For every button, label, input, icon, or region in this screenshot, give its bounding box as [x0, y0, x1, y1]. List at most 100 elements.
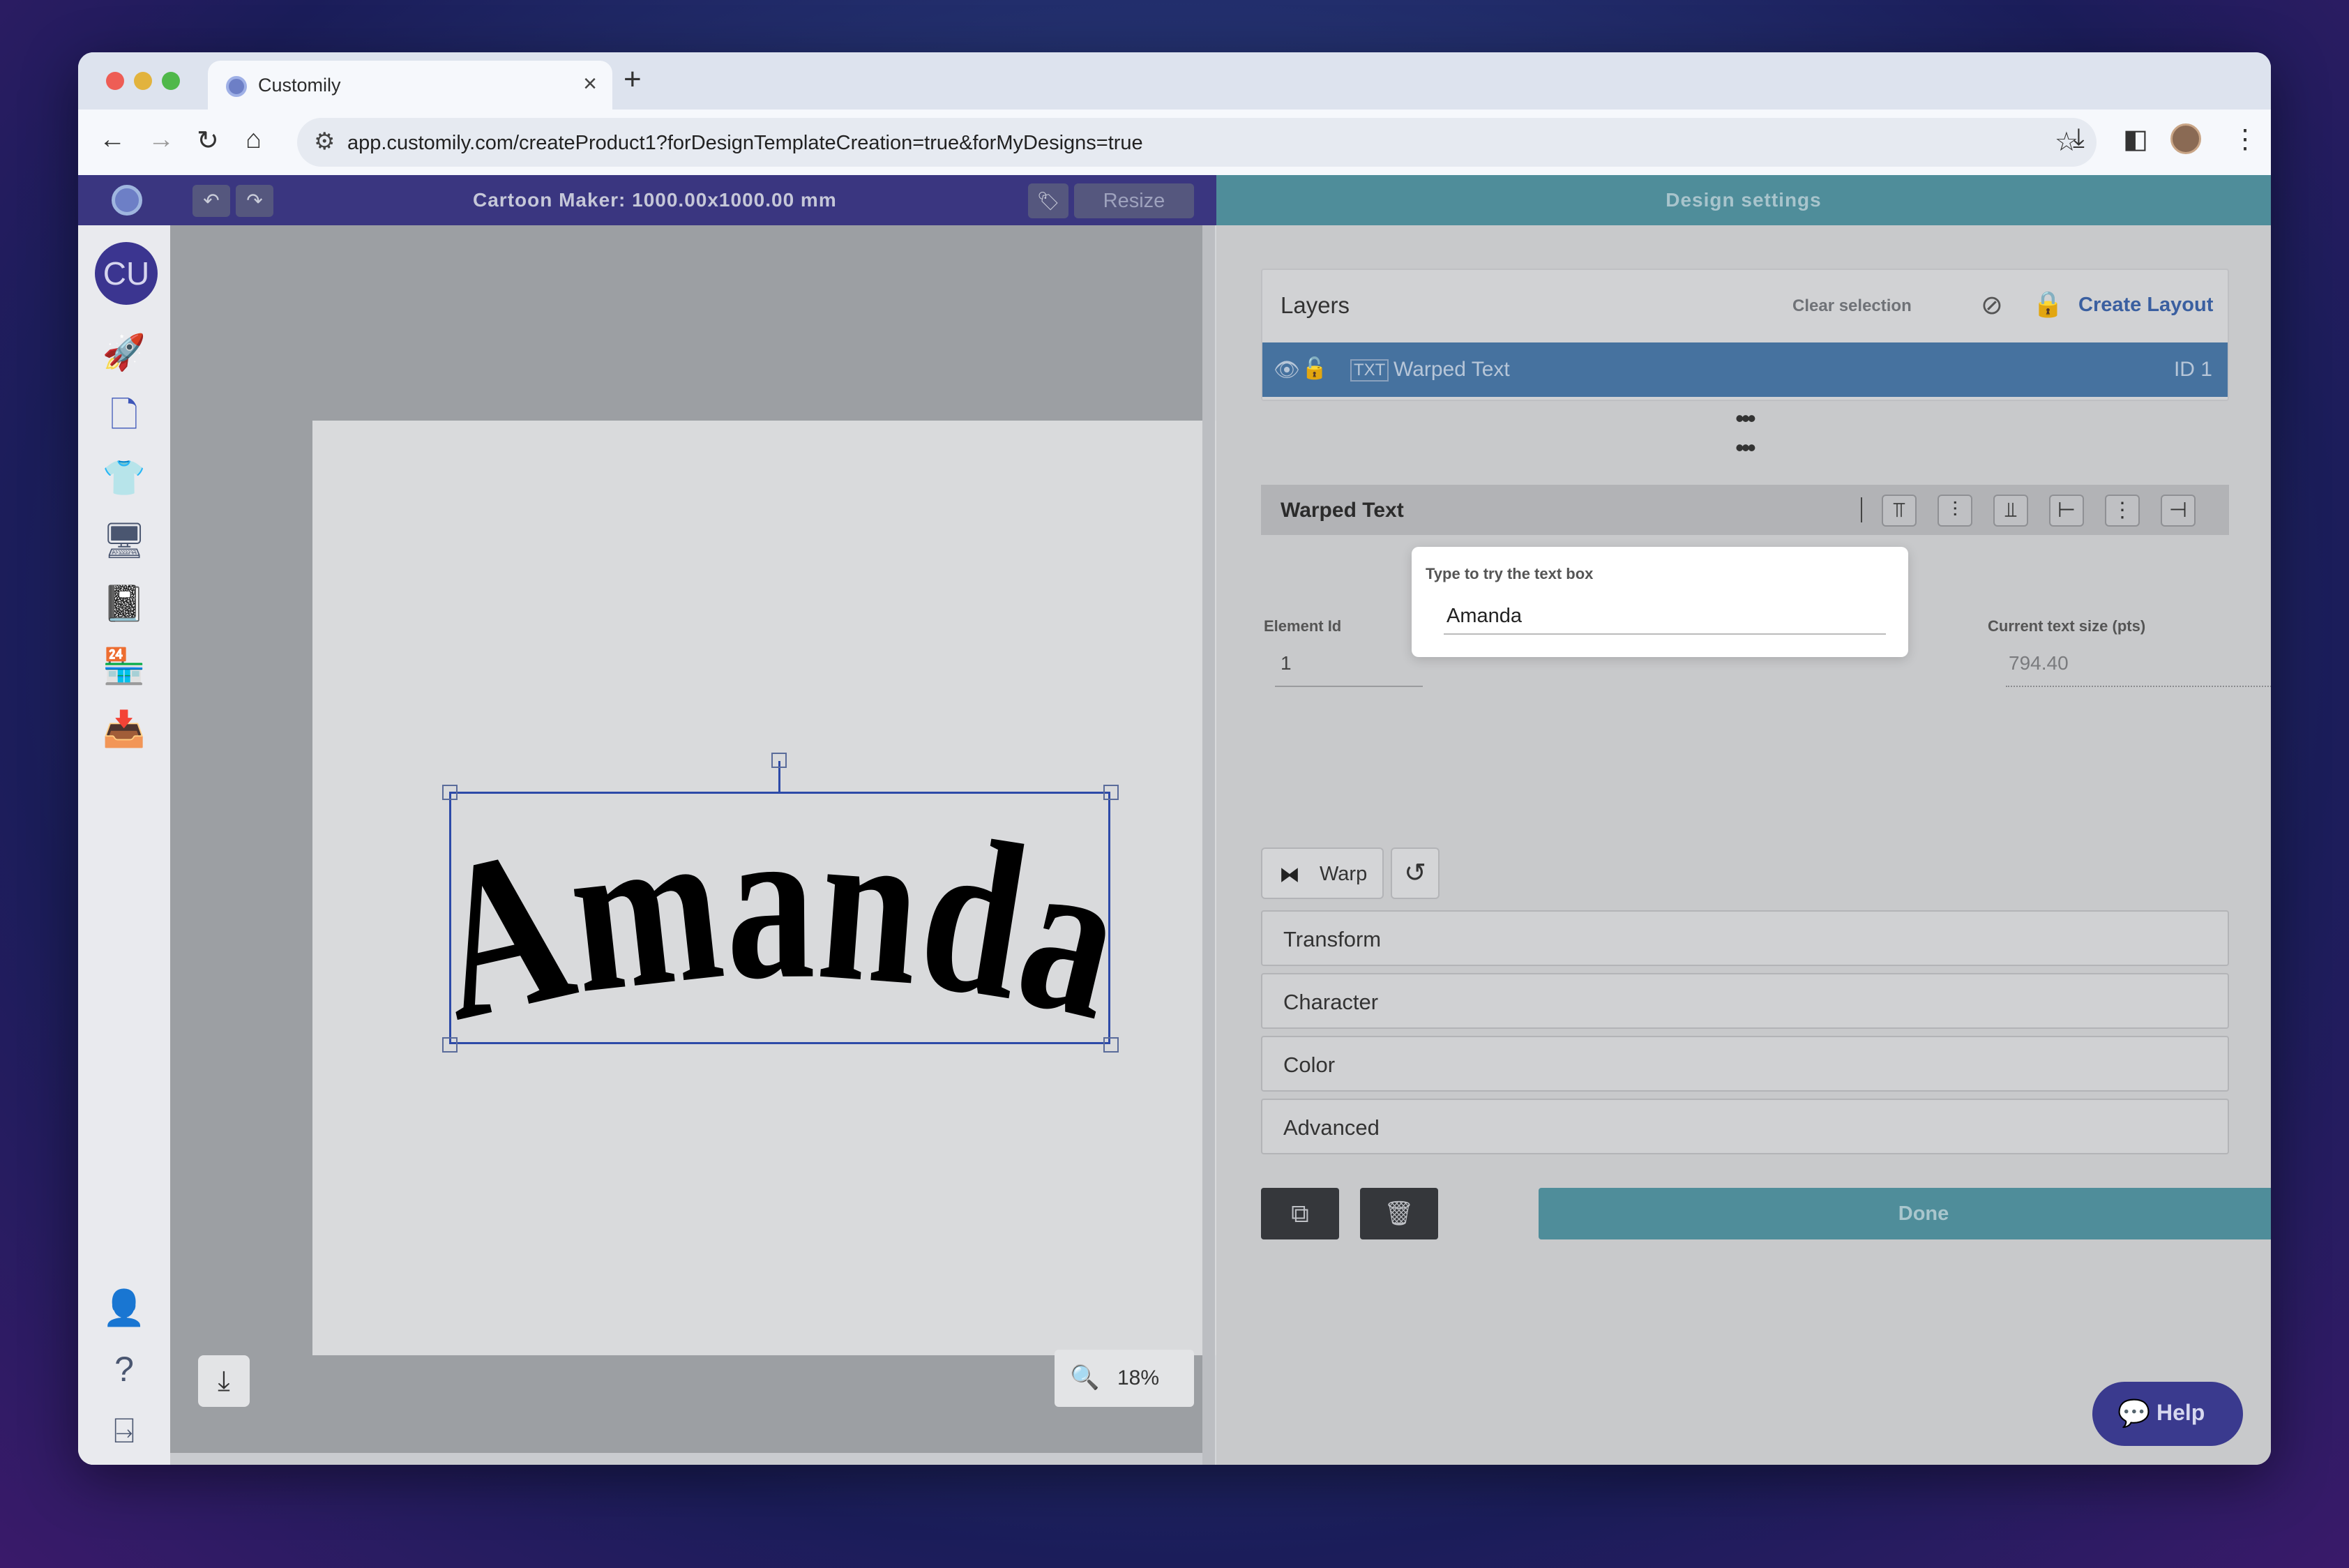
product-title: Cartoon Maker: 1000.00x1000.00 mm	[473, 189, 837, 211]
layer-name[interactable]: Warped Text	[1393, 358, 1510, 382]
align-right-icon[interactable]: ⊣	[2161, 495, 2196, 527]
browser-tab[interactable]: Customily ×	[208, 61, 612, 110]
zoom-control[interactable]: 🔍 18%	[1055, 1350, 1194, 1407]
align-bottom-icon[interactable]: ⫫	[1993, 495, 2028, 527]
warp-label: Warp	[1320, 863, 1368, 885]
download-design-button[interactable]: ⤓	[198, 1355, 250, 1407]
side-panel-icon[interactable]: ◧	[2123, 123, 2148, 155]
advanced-label: Advanced	[1283, 1115, 1380, 1140]
address-bar[interactable]: ⚙ app.customily.com/createProduct1?forDe…	[297, 118, 2097, 167]
maximize-window-button[interactable]	[162, 72, 180, 90]
layer-row[interactable]: 👁 🔓 TXT Warped Text ID 1	[1262, 342, 2228, 397]
tab-bar: Customily × +	[78, 52, 2271, 110]
help-button[interactable]: 💬 Help	[2092, 1382, 2243, 1446]
layer-visibility-icon[interactable]: 👁	[1274, 358, 1300, 382]
forward-icon[interactable]: →	[148, 125, 174, 155]
try-text-input[interactable]	[1444, 598, 1886, 635]
site-settings-icon[interactable]: ⚙	[314, 128, 335, 156]
warp-button[interactable]: ⧓ Warp	[1261, 847, 1384, 899]
back-icon[interactable]: ←	[99, 125, 126, 155]
clear-selection-button[interactable]: Clear selection	[1792, 296, 1912, 316]
done-button[interactable]: Done	[1539, 1188, 2271, 1239]
inbox-icon[interactable]: 📥	[102, 707, 146, 751]
canvas-horizontal-scrollbar[interactable]	[170, 1453, 1202, 1465]
help-label: Help	[2157, 1400, 2205, 1425]
tag-button[interactable]: 🏷	[1028, 183, 1068, 218]
color-label: Color	[1283, 1053, 1336, 1077]
reset-warp-icon[interactable]: ↺	[1391, 847, 1440, 899]
resize-handle-ne[interactable]	[1103, 785, 1119, 800]
canvas-area[interactable]: Amanda ⤓ 🔍 18%	[170, 225, 1247, 1453]
text-size-underline	[2006, 686, 2271, 687]
resize-handle-sw[interactable]	[442, 1037, 458, 1053]
zoom-search-icon[interactable]: 🔍	[1070, 1364, 1099, 1392]
store-icon[interactable]: 🏪	[102, 644, 146, 688]
resize-handle-nw[interactable]	[442, 785, 458, 800]
user-settings-icon[interactable]: 👤	[102, 1286, 146, 1330]
browser-window: Customily × + ← → ↻ ⌂ ⚙ app.customily.co…	[78, 52, 2271, 1465]
align-top-icon[interactable]: ⫪	[1882, 495, 1917, 527]
redo-button[interactable]: ↷	[236, 185, 273, 217]
character-label: Character	[1283, 990, 1379, 1014]
zoom-level[interactable]: 18%	[1117, 1366, 1159, 1390]
transform-section[interactable]: Transform	[1261, 910, 2229, 966]
resize-handle-se[interactable]	[1103, 1037, 1119, 1053]
design-settings-panel: Layers Clear selection ⊘ 🔒 Create Layout…	[1216, 225, 2271, 1465]
home-icon[interactable]: ⌂	[246, 125, 262, 155]
align-left-icon[interactable]: ⊢	[2049, 495, 2084, 527]
element-header: Warped Text ⫪ ⫶ ⫫ ⊢ ⋮ ⊣	[1261, 485, 2229, 535]
delete-button[interactable]: 🗑	[1360, 1188, 1438, 1239]
duplicate-button[interactable]: ⧉	[1261, 1188, 1339, 1239]
text-size-value: 794.40	[2009, 652, 2069, 674]
new-tab-button[interactable]: +	[624, 62, 642, 97]
tshirt-icon[interactable]: 👕	[102, 455, 146, 500]
undo-button[interactable]: ↶	[192, 185, 230, 217]
app-root: ↶ ↷ Cartoon Maker: 1000.00x1000.00 mm 🏷 …	[78, 175, 2271, 1465]
design-settings-bar: Design settings	[1216, 175, 2271, 225]
align-middle-icon[interactable]: ⫶	[1938, 495, 1972, 527]
transform-label: Transform	[1283, 927, 1382, 951]
monitor-icon[interactable]: 🖥	[102, 518, 146, 563]
rocket-icon[interactable]: 🚀	[102, 330, 146, 375]
create-layout-button[interactable]: Create Layout	[2078, 294, 2213, 317]
browser-menu-icon[interactable]: ⋮	[2232, 123, 2258, 155]
address-url[interactable]: app.customily.com/createProduct1?forDesi…	[347, 132, 1143, 155]
canvas-vertical-scrollbar[interactable]	[1202, 225, 1215, 1465]
rotation-handle[interactable]	[771, 753, 787, 768]
app-header: ↶ ↷ Cartoon Maker: 1000.00x1000.00 mm 🏷 …	[78, 175, 2271, 225]
character-section[interactable]: Character	[1261, 973, 2229, 1029]
element-id-value[interactable]: 1	[1281, 652, 1292, 674]
advanced-section[interactable]: Advanced	[1261, 1099, 2229, 1154]
browser-toolbar: ← → ↻ ⌂ ⚙ app.customily.com/createProduc…	[78, 110, 2271, 175]
help-circle-icon[interactable]: ?	[102, 1347, 146, 1392]
close-window-button[interactable]	[106, 72, 124, 90]
element-id-underline	[1275, 686, 1423, 687]
hide-all-icon[interactable]: ⊘	[1981, 289, 2003, 321]
user-avatar[interactable]: CU	[95, 242, 158, 305]
book-icon[interactable]: 📓	[102, 581, 146, 626]
exit-icon[interactable]: ⍈	[102, 1408, 146, 1453]
panel-resize-drag-icon[interactable]: ••• •••	[1735, 404, 1756, 462]
customily-logo-icon[interactable]	[112, 185, 142, 216]
left-sidebar: CU 🚀 🗋 👕 🖥 📓 🏪 📥 👤 ? ⍈	[78, 225, 170, 1465]
text-size-label: Current text size (pts)	[1988, 617, 2146, 635]
resize-button[interactable]: Resize	[1074, 183, 1194, 218]
profile-avatar[interactable]	[2170, 123, 2201, 154]
design-settings-title: Design settings	[1666, 189, 1822, 211]
lock-all-icon[interactable]: 🔒	[2032, 289, 2064, 319]
tab-title: Customily	[258, 75, 341, 96]
layer-lock-icon[interactable]: 🔓	[1301, 356, 1327, 381]
header-divider	[1861, 497, 1862, 522]
download-icon[interactable]: ⤓	[2073, 123, 2085, 153]
align-center-icon[interactable]: ⋮	[2105, 495, 2140, 527]
color-section[interactable]: Color	[1261, 1036, 2229, 1092]
minimize-window-button[interactable]	[134, 72, 152, 90]
document-icon[interactable]: 🗋	[102, 393, 146, 437]
text-layer-icon: TXT	[1350, 359, 1389, 382]
layers-box: Layers Clear selection ⊘ 🔒 Create Layout…	[1261, 269, 2229, 401]
tab-close-icon[interactable]: ×	[583, 70, 597, 98]
customily-favicon-icon	[226, 76, 247, 97]
selection-box[interactable]	[449, 792, 1110, 1044]
reload-icon[interactable]: ↻	[197, 125, 219, 156]
try-text-box: Type to try the text box	[1412, 547, 1908, 657]
